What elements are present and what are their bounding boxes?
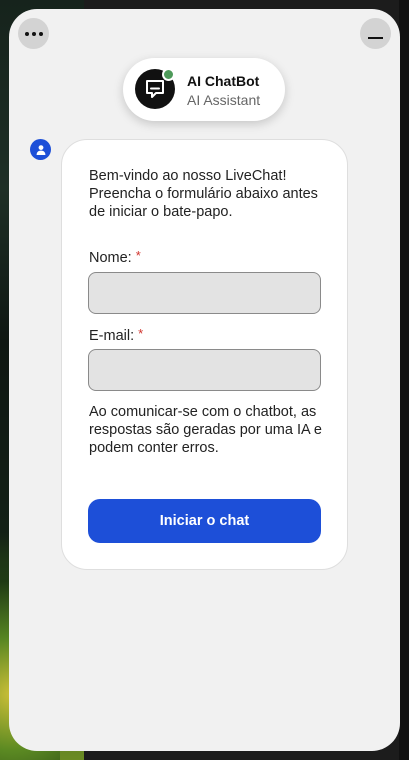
background-edge [399, 0, 409, 760]
minimize-icon [368, 36, 383, 39]
agent-header-card: AI ChatBot AI Assistant [123, 58, 285, 121]
name-label: Nome: * [89, 248, 141, 266]
welcome-message: Bem-vindo ao nosso LiveChat! Preencha o … [89, 168, 318, 220]
start-chat-button[interactable]: Iniciar o chat [88, 499, 321, 543]
online-status-dot [162, 68, 175, 81]
name-label-text: Nome: [89, 250, 132, 266]
email-label-text: E-mail: [89, 328, 135, 344]
chat-widget: AI ChatBot AI Assistant Bem-vindo ao nos… [9, 9, 400, 751]
agent-name: AI ChatBot [187, 73, 260, 89]
name-input[interactable] [88, 272, 321, 314]
agent-role: AI Assistant [187, 92, 261, 108]
minimize-button[interactable] [360, 18, 391, 49]
required-marker: * [135, 248, 141, 263]
menu-button[interactable] [18, 18, 49, 49]
more-dots-icon [24, 31, 43, 36]
email-input[interactable] [88, 349, 321, 391]
prechat-form-card: Bem-vindo ao nosso LiveChat! Preencha o … [61, 139, 348, 570]
ai-disclaimer: Ao comunicar-se com o chatbot, as respos… [89, 404, 322, 456]
required-marker: * [138, 326, 144, 341]
email-label: E-mail: * [89, 326, 143, 344]
user-avatar-icon [30, 139, 51, 160]
